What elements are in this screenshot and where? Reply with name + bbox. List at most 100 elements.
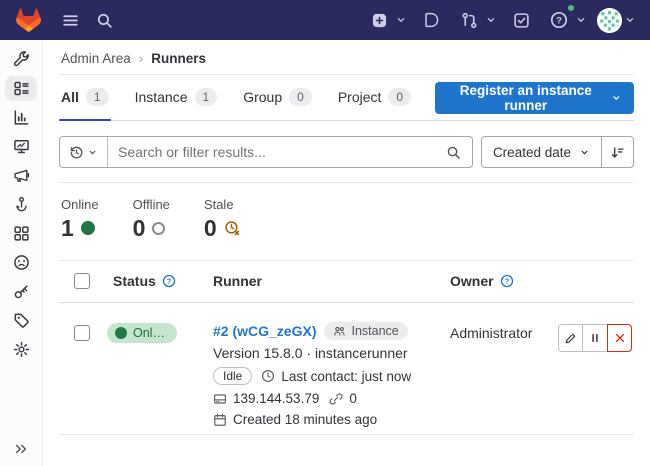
runner-type-badge: Instance — [324, 322, 407, 340]
wrench-icon — [13, 51, 30, 68]
key-icon — [13, 283, 30, 300]
sort-direction-button[interactable] — [601, 137, 633, 167]
sidebar-item-labels[interactable] — [5, 308, 37, 333]
link-icon — [329, 392, 343, 406]
status-cell: Online — [103, 322, 205, 343]
sidebar-item-admin-wrench[interactable] — [5, 47, 37, 72]
chevron-down-icon — [87, 147, 98, 158]
sidebar-item-applications[interactable] — [5, 221, 37, 246]
runner-actions — [556, 322, 634, 352]
issues-icon — [423, 12, 439, 28]
breadcrumb: Admin Area › Runners — [59, 40, 634, 74]
gitlab-logo[interactable] — [14, 6, 42, 34]
search-icon — [446, 145, 461, 160]
plus-square-icon — [365, 6, 393, 34]
sidebar-item-analytics[interactable] — [5, 105, 37, 130]
label-tag-icon — [13, 312, 30, 329]
sidebar-item-monitoring[interactable] — [5, 134, 37, 159]
merge-request-icon — [455, 6, 483, 34]
chevron-down-icon — [575, 14, 587, 26]
tab-project-count: 0 — [388, 88, 411, 106]
help-menu-button[interactable]: ? — [545, 6, 587, 34]
hamburger-icon — [62, 12, 79, 29]
chevron-down-icon — [611, 92, 622, 104]
register-instance-runner-button[interactable]: Register an instance runner — [435, 82, 634, 114]
stat-offline: Offline 0 — [133, 197, 170, 241]
sidebar-item-messages[interactable] — [5, 163, 37, 188]
sidebar-item-system-hooks[interactable] — [5, 192, 37, 217]
user-avatar — [597, 8, 622, 33]
offline-status-icon — [152, 222, 165, 235]
svg-text:?: ? — [556, 15, 562, 26]
last-contact-text: Last contact: just now — [281, 369, 411, 384]
users-icon — [333, 325, 346, 338]
runner-created-text: Created 18 minutes ago — [233, 412, 377, 427]
tab-project[interactable]: Project 0 — [336, 75, 413, 120]
top-navbar: ? — [0, 0, 650, 40]
runner-version: Version 15.8.0 · instancerunner — [213, 345, 430, 361]
tab-instance-count: 1 — [195, 88, 218, 106]
svg-text:?: ? — [504, 277, 509, 286]
online-status-icon — [81, 221, 95, 235]
runner-link-count: 0 — [349, 391, 357, 406]
runner-row: Online #2 (wCG_zeGX) Instance Version 15… — [59, 303, 634, 435]
svg-text:?: ? — [167, 277, 172, 286]
runners-table-header: Status ? Runner Owner ? — [59, 261, 634, 303]
runner-idle-badge: Idle — [213, 367, 252, 385]
megaphone-icon — [13, 167, 30, 184]
gitlab-tanuki-icon — [16, 8, 41, 32]
runner-summary-cell: #2 (wCG_zeGX) Instance Version 15.8.0 · … — [205, 322, 438, 427]
runner-stats: Online 1 Offline 0 Stale 0 — [59, 183, 634, 260]
online-dot-icon — [115, 327, 127, 339]
expand-sidebar-button[interactable] — [0, 442, 42, 456]
todos-button[interactable] — [507, 6, 535, 34]
hamburger-menu-button[interactable] — [56, 6, 84, 34]
sort-by-dropdown[interactable]: Created date — [482, 137, 601, 167]
admin-sidebar — [0, 40, 43, 466]
header-runner: Runner — [213, 273, 262, 289]
todo-checklist-icon — [513, 12, 530, 29]
sidebar-item-abuse-reports[interactable] — [5, 250, 37, 275]
new-menu-button[interactable] — [365, 6, 407, 34]
close-x-icon — [614, 332, 626, 344]
recent-searches-dropdown[interactable] — [60, 137, 108, 167]
history-icon — [69, 145, 84, 160]
runner-link[interactable]: #2 (wCG_zeGX) — [213, 323, 316, 339]
tab-instance[interactable]: Instance 1 — [133, 75, 220, 120]
delete-runner-button[interactable] — [607, 324, 632, 352]
chevron-down-icon — [395, 14, 407, 26]
sort-descending-icon — [610, 145, 625, 160]
help-icon: ? — [545, 6, 573, 34]
header-status: Status — [113, 273, 156, 289]
sidebar-item-overview[interactable] — [5, 76, 37, 101]
row-checkbox[interactable] — [74, 325, 90, 341]
online-count: 1 — [61, 215, 74, 241]
user-menu-button[interactable] — [597, 8, 636, 33]
search-input[interactable] — [108, 144, 435, 160]
runner-owner[interactable]: Administrator — [438, 322, 556, 341]
breadcrumb-admin-area[interactable]: Admin Area — [61, 51, 131, 66]
sidebar-item-deploy-keys[interactable] — [5, 279, 37, 304]
chevron-down-icon — [624, 14, 636, 26]
select-all-checkbox[interactable] — [74, 273, 90, 289]
tab-all-count: 1 — [86, 88, 109, 106]
pause-runner-button[interactable] — [583, 324, 608, 352]
merge-requests-button[interactable] — [455, 6, 497, 34]
stale-count: 0 — [204, 215, 217, 241]
edit-runner-button[interactable] — [558, 324, 583, 352]
pause-icon — [589, 332, 601, 344]
hook-icon — [13, 196, 30, 213]
tab-all[interactable]: All 1 — [59, 75, 111, 120]
sidebar-item-settings[interactable] — [5, 337, 37, 362]
status-help-icon[interactable]: ? — [162, 274, 176, 288]
stale-clock-icon — [224, 220, 240, 236]
calendar-icon — [213, 413, 227, 427]
chevron-down-icon — [579, 147, 590, 158]
owner-help-icon[interactable]: ? — [500, 274, 514, 288]
notification-dot — [567, 4, 575, 12]
tab-group[interactable]: Group 0 — [241, 75, 314, 120]
global-search-button[interactable] — [90, 6, 118, 34]
double-chevron-right-icon — [14, 442, 28, 456]
issues-button[interactable] — [417, 6, 445, 34]
search-submit-button[interactable] — [435, 137, 472, 167]
